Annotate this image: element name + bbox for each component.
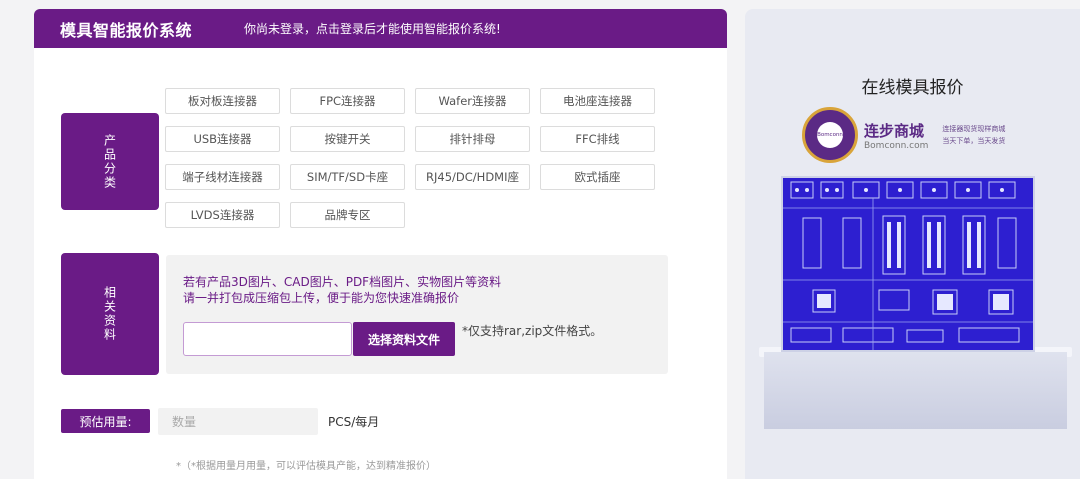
brand-tagline: 连接器现货现样商城 当天下单，当天发货	[942, 125, 1006, 145]
category-button[interactable]: RJ45/DC/HDMI座	[415, 164, 530, 190]
promo-title: 在线模具报价	[861, 78, 964, 98]
category-button[interactable]: 电池座连接器	[540, 88, 655, 114]
category-button[interactable]: 板对板连接器	[165, 88, 280, 114]
file-path-field[interactable]	[183, 322, 352, 356]
category-button-grid: 板对板连接器 FPC连接器 Wafer连接器 电池座连接器 USB连接器 按键开…	[165, 88, 655, 228]
upload-panel: 若有产品3D图片、CAD图片、PDF档图片、实物图片等资料 请一并打包成压缩包上…	[166, 255, 668, 374]
usage-note: *（*根据用量月用量，可以评估模具产能，达到精准报价）	[176, 461, 436, 472]
display-pedestal	[764, 352, 1067, 429]
category-button[interactable]: 排针排母	[415, 126, 530, 152]
brand-logo: Bomconn	[802, 107, 858, 163]
usage-unit: PCS/每月	[328, 415, 380, 429]
category-button[interactable]: LVDS连接器	[165, 202, 280, 228]
usage-label: 预估用量:	[61, 409, 150, 433]
pcb-board-image	[781, 176, 1035, 352]
category-button[interactable]: 按键开关	[290, 126, 405, 152]
page-title: 模具智能报价系统	[60, 20, 193, 40]
category-button[interactable]: FFC排线	[540, 126, 655, 152]
login-prompt-link[interactable]: 你尚未登录，点击登录后才能使用智能报价系统!	[244, 20, 501, 37]
category-button[interactable]: FPC连接器	[290, 88, 405, 114]
documents-label: 相关资料	[61, 253, 159, 375]
product-category-label: 产品分类	[61, 113, 159, 210]
quote-form-card: 模具智能报价系统 你尚未登录，点击登录后才能使用智能报价系统! 产品分类 板对板…	[34, 9, 727, 479]
category-button[interactable]: 品牌专区	[290, 202, 405, 228]
category-button[interactable]: 端子线材连接器	[165, 164, 280, 190]
brand-name: 连步商城	[864, 121, 925, 140]
file-format-note: *仅支持rar,zip文件格式。	[462, 324, 603, 338]
form-header: 模具智能报价系统 你尚未登录，点击登录后才能使用智能报价系统!	[34, 9, 727, 48]
pcb-illustration	[783, 181, 1033, 350]
upload-instructions: 若有产品3D图片、CAD图片、PDF档图片、实物图片等资料 请一并打包成压缩包上…	[183, 275, 502, 305]
category-button[interactable]: Wafer连接器	[415, 88, 530, 114]
brand-logo-row: Bomconn 连步商城 Bomconn.com 连接器现货现样商城 当天下单，…	[802, 107, 1005, 163]
brand-url: Bomconn.com	[864, 140, 929, 151]
quantity-input[interactable]	[158, 408, 318, 435]
promo-banner[interactable]: 在线模具报价 Bomconn 连步商城 Bomconn.com 连接器现货现样商…	[745, 9, 1080, 479]
category-button[interactable]: SIM/TF/SD卡座	[290, 164, 405, 190]
category-button[interactable]: 欧式插座	[540, 164, 655, 190]
choose-file-button[interactable]: 选择资料文件	[353, 322, 455, 356]
category-button[interactable]: USB连接器	[165, 126, 280, 152]
